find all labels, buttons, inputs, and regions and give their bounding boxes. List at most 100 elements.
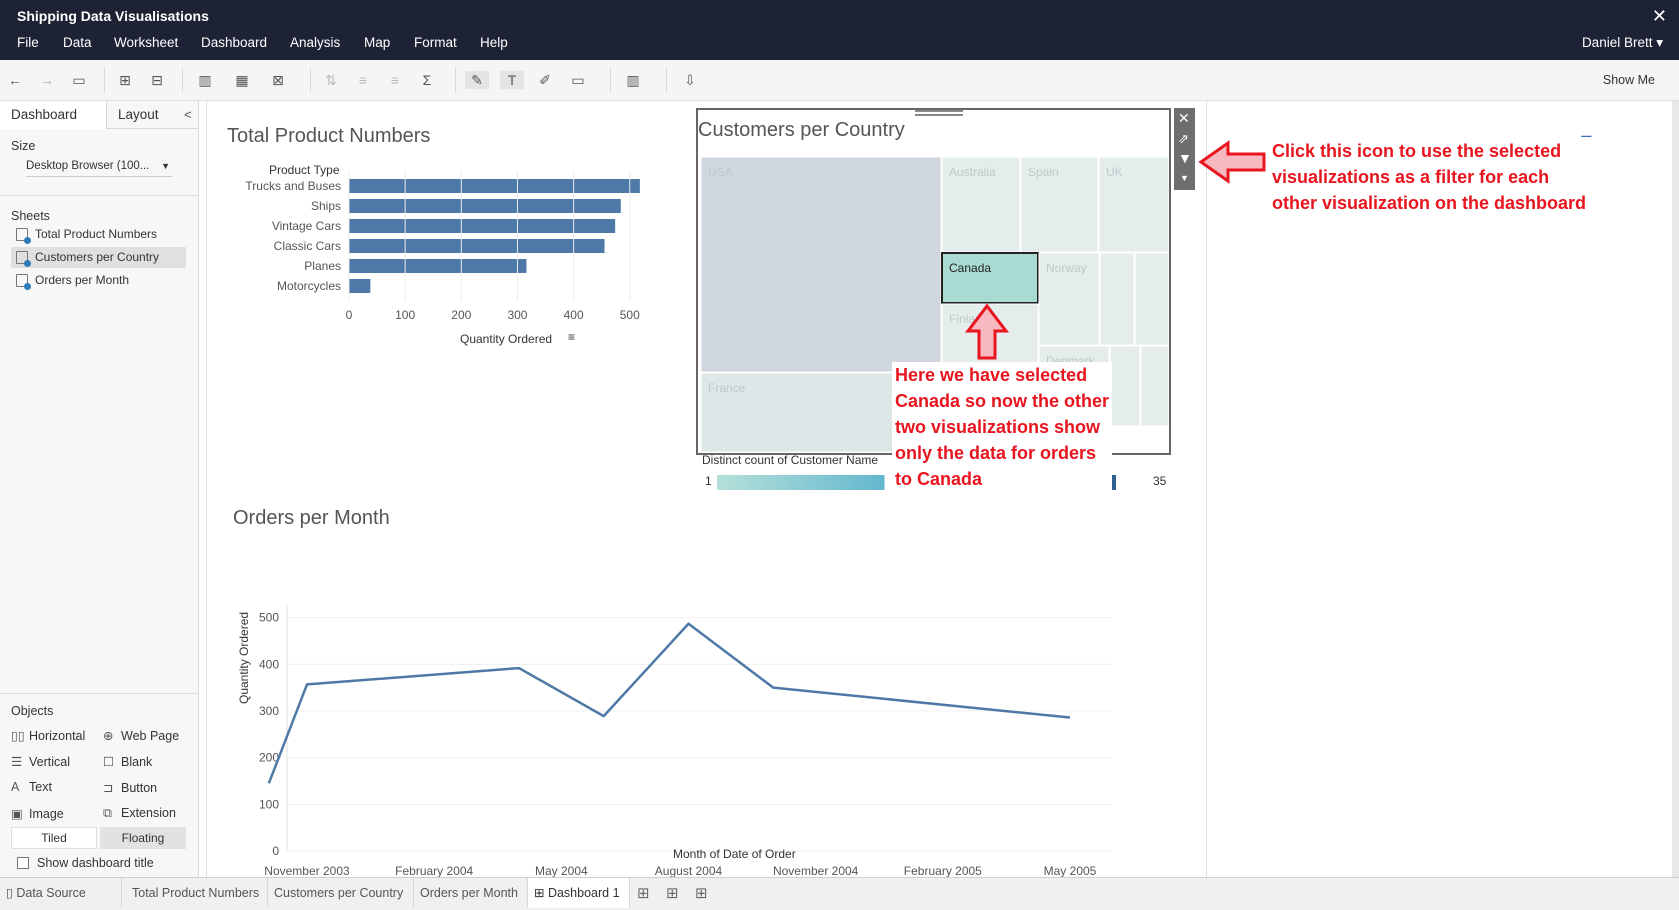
floating-toggle[interactable]: Floating — [100, 827, 186, 849]
bar-x-tick: 500 — [620, 308, 640, 322]
bar-x-tick: 100 — [395, 308, 415, 322]
new-data-source-icon[interactable]: ⊞ — [113, 71, 137, 89]
close-icon[interactable]: ✕ — [1652, 6, 1667, 27]
menu-format[interactable]: Format — [414, 35, 457, 50]
totals-icon[interactable]: Σ — [415, 71, 439, 89]
object-vertical[interactable]: ☰ Vertical — [11, 754, 70, 769]
object-label: Extension — [121, 806, 176, 820]
object-web-page[interactable]: ⊕ Web Page — [103, 728, 179, 743]
tab-customers-per-country[interactable]: Customers per Country — [268, 878, 414, 908]
line-series[interactable] — [267, 622, 1071, 784]
drag-handle[interactable] — [915, 110, 963, 116]
forward-icon[interactable]: → — [35, 71, 59, 89]
sheet-tabs-bar: ▯ Data Source Total Product Numbers Cust… — [0, 877, 1679, 910]
object-horizontal[interactable]: ▯▯ Horizontal — [11, 728, 85, 743]
menu-file[interactable]: File — [17, 35, 39, 50]
image-icon: ▣ — [11, 807, 23, 821]
line-x-tick: May 2004 — [535, 864, 588, 877]
tab-total-product-numbers[interactable]: Total Product Numbers — [126, 878, 268, 908]
treemap-label: France — [708, 381, 746, 395]
left-pane: Dashboard Layout < Size Desktop Browser … — [0, 101, 199, 877]
horizontal-container-icon: ▯▯ — [11, 729, 25, 743]
object-text[interactable]: A Text — [11, 780, 52, 794]
treemap-cell[interactable] — [1140, 345, 1170, 427]
bar[interactable] — [349, 259, 527, 273]
line-x-tick: February 2004 — [395, 864, 473, 877]
object-button[interactable]: ⊐ Button — [103, 780, 157, 795]
globe-icon: ⊕ — [103, 729, 114, 743]
bar[interactable] — [349, 239, 605, 253]
sheets-label: Sheets — [11, 209, 50, 223]
pause-updates-icon[interactable]: ⊟ — [145, 71, 169, 89]
bar[interactable] — [349, 179, 640, 193]
object-image[interactable]: ▣ Image — [11, 806, 64, 821]
save-icon[interactable]: ▭ — [67, 71, 91, 89]
treemap-cell[interactable] — [1109, 345, 1141, 427]
remove-icon[interactable]: ✕ — [1178, 110, 1190, 127]
new-worksheet-icon[interactable]: ▥ — [193, 71, 217, 89]
title-bar: Shipping Data Visualisations ✕ File Data… — [0, 0, 1679, 60]
new-worksheet-tab-icon[interactable]: ⊞ — [637, 884, 650, 902]
menu-worksheet[interactable]: Worksheet — [114, 35, 178, 50]
sort-desc-icon[interactable]: ≡ — [383, 71, 407, 89]
treemap-label: Australia — [949, 165, 996, 179]
back-icon[interactable]: ← — [3, 71, 27, 89]
format-workbook-icon[interactable]: ✐ — [533, 71, 557, 89]
bar[interactable] — [349, 199, 621, 213]
treemap-cell[interactable] — [1134, 252, 1170, 346]
line-y-tick: 0 — [272, 844, 279, 858]
collapse-pane-icon[interactable]: < — [184, 107, 192, 122]
fit-icon[interactable]: ▭ — [566, 71, 590, 89]
clear-sheet-icon[interactable]: ⊠ — [266, 71, 290, 89]
duplicate-sheet-icon[interactable]: ▦ — [230, 71, 254, 89]
new-dashboard-tab-icon[interactable]: ⊞ — [666, 884, 679, 902]
bar-category-label: Ships — [311, 199, 341, 213]
sheet-item-total-product-numbers[interactable]: Total Product Numbers — [11, 224, 186, 245]
present-icon[interactable]: ⇩ — [678, 71, 702, 89]
menu-data[interactable]: Data — [63, 35, 92, 50]
show-me-button[interactable]: Show Me — [1603, 73, 1655, 87]
bar-chart[interactable]: Trucks and Buses Ships Vintage Cars Classic… — [207, 101, 657, 431]
legend-max: 35 — [1153, 474, 1167, 488]
show-cards-icon[interactable]: ▥ — [621, 71, 645, 89]
menu-analysis[interactable]: Analysis — [290, 35, 340, 50]
menu-map[interactable]: Map — [364, 35, 390, 50]
tiled-toggle[interactable]: Tiled — [11, 827, 97, 849]
swap-icon[interactable]: ⇅ — [319, 71, 343, 89]
treemap-cell[interactable] — [1099, 252, 1135, 346]
tab-dashboard[interactable]: Dashboard — [0, 101, 106, 129]
object-blank[interactable]: ☐ Blank — [103, 754, 152, 769]
show-labels-icon[interactable]: T — [500, 71, 524, 89]
object-extension[interactable]: ⧉ Extension — [103, 806, 176, 821]
new-story-tab-icon[interactable]: ⊞ — [695, 884, 708, 902]
sheet-item-customers-per-country[interactable]: Customers per Country — [11, 247, 186, 268]
use-as-filter-icon[interactable]: ▼ — [1178, 150, 1192, 166]
user-menu[interactable]: Daniel Brett ▾ — [1582, 35, 1663, 51]
show-title-checkbox[interactable] — [17, 857, 29, 869]
bar-x-tick: 400 — [564, 308, 584, 322]
treemap-cell[interactable] — [700, 156, 942, 373]
size-select[interactable]: Desktop Browser (100... ▼ — [26, 157, 172, 177]
bar[interactable] — [349, 219, 616, 233]
menu-help[interactable]: Help — [480, 35, 508, 50]
sort-icon[interactable]: ≡ — [568, 330, 575, 344]
bar[interactable] — [349, 279, 371, 293]
menu-dashboard[interactable]: Dashboard — [201, 35, 267, 50]
tab-orders-per-month[interactable]: Orders per Month — [414, 878, 528, 908]
go-to-sheet-icon[interactable]: ⇗ — [1178, 131, 1189, 147]
legend-title: Distinct count of Customer Name — [702, 453, 879, 467]
tab-dashboard-1[interactable]: ⊞ Dashboard 1 — [528, 878, 630, 908]
vertical-scrollbar[interactable] — [1672, 101, 1679, 877]
tab-data-source[interactable]: ▯ Data Source — [0, 878, 122, 908]
sheet-item-orders-per-month[interactable]: Orders per Month — [11, 270, 186, 291]
line-y-tick: 400 — [259, 657, 279, 671]
sort-asc-icon[interactable]: ≡ — [351, 71, 375, 89]
line-chart[interactable]: 0 100 200 300 400 500 November 2003 February 20… — [207, 531, 1207, 878]
highlight-icon[interactable]: ✎ — [465, 71, 489, 89]
more-options-icon[interactable]: ▼ — [1180, 173, 1189, 183]
object-label: Blank — [121, 755, 153, 769]
worksheet-icon — [16, 251, 31, 267]
bar-category-label: Classic Cars — [274, 239, 341, 253]
line-x-axis-label: Month of Date of Order — [673, 847, 796, 861]
line-y-axis-label: Quantity Ordered — [237, 611, 251, 704]
